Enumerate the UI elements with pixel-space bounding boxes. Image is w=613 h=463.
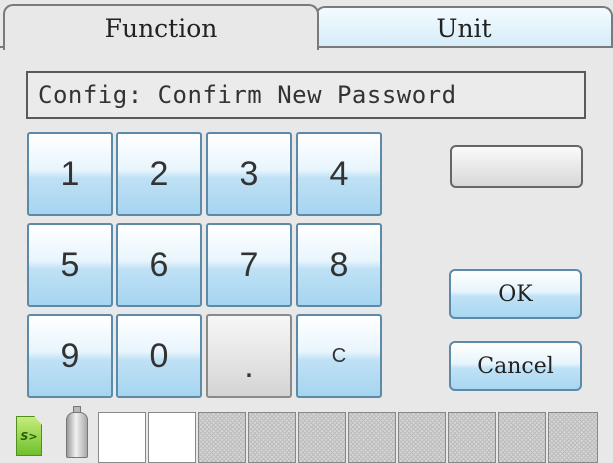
prompt-display: Config: Confirm New Password [26, 71, 586, 119]
key-decimal[interactable]: . [206, 314, 292, 398]
blank-button[interactable] [450, 145, 583, 188]
status-slot-empty [148, 412, 196, 463]
tab-underline [317, 46, 613, 48]
status-slot-unavailable [448, 412, 496, 463]
cancel-button[interactable]: Cancel [449, 341, 582, 391]
key-0[interactable]: 0 [116, 314, 202, 398]
status-slot-empty [98, 412, 146, 463]
tab-unit[interactable]: Unit [315, 6, 613, 48]
key-6[interactable]: 6 [116, 223, 202, 307]
key-3[interactable]: 3 [206, 132, 292, 216]
sd-card-icon: S> [16, 416, 42, 456]
key-8[interactable]: 8 [296, 223, 382, 307]
status-slot-unavailable [548, 412, 598, 463]
status-slot-unavailable [348, 412, 396, 463]
status-slot-unavailable [398, 412, 446, 463]
status-slot-unavailable [298, 412, 346, 463]
key-2[interactable]: 2 [116, 132, 202, 216]
status-slot-unavailable [198, 412, 246, 463]
status-slot-unavailable [498, 412, 546, 463]
key-clear[interactable]: C [296, 314, 382, 398]
key-5[interactable]: 5 [27, 223, 113, 307]
ok-button[interactable]: OK [449, 269, 582, 319]
bottle-icon [66, 412, 88, 458]
tab-function[interactable]: Function [3, 4, 319, 50]
key-1[interactable]: 1 [27, 132, 113, 216]
status-slot-unavailable [248, 412, 296, 463]
key-7[interactable]: 7 [206, 223, 292, 307]
key-9[interactable]: 9 [27, 314, 113, 398]
sd-card-label: S> [20, 429, 38, 443]
key-4[interactable]: 4 [296, 132, 382, 216]
